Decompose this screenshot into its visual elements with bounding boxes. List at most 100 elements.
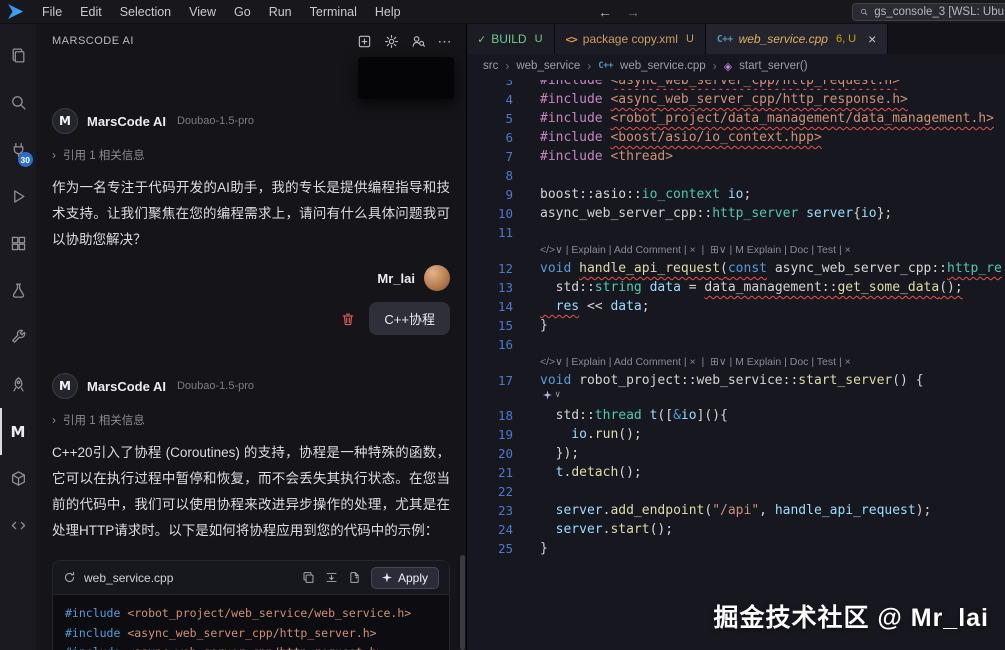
insert-at-cursor-icon[interactable] [325,571,338,584]
code-line[interactable]: 23 server.add_endpoint("/api", handle_ap… [467,501,1005,520]
menu-edit[interactable]: Edit [71,2,111,22]
breadcrumb-item[interactable]: web_service.cpp [620,60,706,72]
code-line[interactable]: 21 t.detach(); [467,463,1005,482]
new-file-icon[interactable] [348,571,361,584]
code-lines: 3#include <async_web_server_cpp/http_req… [467,78,1005,558]
marscode-icon: M [11,423,26,441]
delete-message-icon[interactable] [341,312,355,326]
assistant-avatar: M [52,108,78,134]
code-line[interactable]: 15} [467,316,1005,335]
search-icon[interactable] [0,79,36,126]
line-number: 4 [467,90,513,109]
gear-icon[interactable] [384,34,399,49]
code-line[interactable]: 14 res << data; [467,297,1005,316]
code-text: }); [540,444,579,463]
search-text: gs_console_3 [WSL: Ubu [874,6,1004,18]
assistant-name: MarsCode AI [87,379,166,394]
menu-help[interactable]: Help [366,2,410,22]
code-line[interactable]: 20 }); [467,444,1005,463]
tab-modified-indicator: 6, U [836,33,856,45]
tab-package-copy-xml[interactable]: <>package copy.xmlU [555,24,706,54]
code-line[interactable]: 13 std::string data = data_management::g… [467,278,1005,297]
activity-badge: 30 [18,152,33,167]
code-text: } [540,316,548,335]
code-line[interactable]: 12void handle_api_request(const async_we… [467,259,1005,278]
user-message-header: Mr_lai [52,265,450,291]
code-line[interactable]: 4#include <async_web_server_cpp/http_res… [467,90,1005,109]
reference-toggle[interactable]: › 引用 1 相关信息 [52,147,450,163]
code-line[interactable]: 25} [467,539,1005,558]
code-line[interactable]: 22 [467,482,1005,501]
code-line[interactable]: 17void robot_project::web_service::start… [467,371,1005,390]
code-text: std::string data = data_management::get_… [540,278,963,297]
sidebar-scrollbar[interactable] [460,555,465,650]
line-number: 3 [467,80,513,81]
remote-explorer-icon[interactable]: 30 [0,126,36,173]
assistant-message-1: 作为一名专注于代码开发的AI助手，我的专长是提供编程指导和技术支持。让我们聚焦在… [52,175,450,253]
menu-file[interactable]: File [33,2,71,22]
tab-build[interactable]: ✓BUILDU [467,24,555,54]
marscode-icon[interactable]: M [0,408,36,455]
menu-selection[interactable]: Selection [111,2,180,22]
assistant-avatar: M [52,373,78,399]
codelens-row[interactable]: </>∨ | Explain | Add Comment | × | ⊞∨ | … [540,242,1005,259]
tools-icon[interactable] [0,314,36,361]
assistant-model: Doubao-1.5-pro [177,115,254,127]
chat-code-line: #include <async_web_server_cpp/http_serv… [65,624,437,644]
tab-web_service-cpp[interactable]: C++web_service.cpp6, U× [706,24,888,54]
assistant-model: Doubao-1.5-pro [177,380,254,392]
reference-toggle[interactable]: › 引用 1 相关信息 [52,412,450,428]
apply-button[interactable]: Apply [371,567,439,589]
nav-forward-arrow[interactable]: → [626,4,640,20]
nav-back-arrow[interactable]: ← [598,4,612,20]
tab-label: package copy.xml [583,32,678,46]
package-icon[interactable] [0,455,36,502]
more-actions-icon[interactable]: ⋯ [438,36,453,46]
code-text: #include <robot_project/data_management/… [540,109,994,128]
code-line[interactable]: 19 io.run(); [467,425,1005,444]
code-text: } [540,539,548,558]
menu-go[interactable]: Go [225,2,260,22]
chevron-right-icon: › [52,148,56,162]
line-number: 7 [467,147,513,166]
line-number: 22 [467,482,513,501]
watermark: 掘金技术社区 @ Mr_lai [713,598,989,634]
code-line[interactable]: 6#include <boost/asio/io_context.hpp> [467,128,1005,147]
code-line[interactable]: 16 [467,335,1005,354]
new-chat-icon[interactable] [357,34,372,49]
extensions-icon[interactable] [0,220,36,267]
assistant-message-header: M MarsCode AI Doubao-1.5-pro [52,108,450,134]
command-center-search[interactable]: gs_console_3 [WSL: Ubu [852,3,1005,21]
rocket-icon[interactable] [0,361,36,408]
breadcrumb-item[interactable]: start_server() [739,60,807,72]
breadcrumb-item[interactable]: web_service [516,60,580,72]
code-line[interactable]: 8 [467,166,1005,185]
chat-panel: M MarsCode AI Doubao-1.5-pro › 引用 1 相关信息… [36,58,466,650]
run-debug-icon[interactable] [0,173,36,220]
code-line[interactable]: 3#include <async_web_server_cpp/http_req… [467,80,1005,90]
chat-code-line: #include <robot_project/web_service/web_… [65,604,437,624]
code-line[interactable]: 10async_web_server_cpp::http_server serv… [467,204,1005,223]
menu-view[interactable]: View [180,2,225,22]
code-line[interactable]: 24 server.start(); [467,520,1005,539]
copy-icon[interactable] [302,571,315,584]
code-line[interactable]: 9boost::asio::io_context io; [467,185,1005,204]
testing-icon[interactable] [0,267,36,314]
code-line[interactable]: 11 [467,223,1005,242]
user-search-icon[interactable] [411,34,426,49]
code-icon[interactable] [0,502,36,549]
menu-run[interactable]: Run [260,2,301,22]
regenerate-icon [63,571,76,584]
editor-group: ✓BUILDU<>package copy.xmlUC++web_service… [467,24,1005,650]
close-icon[interactable]: × [868,31,876,47]
code-line[interactable]: 5#include <robot_project/data_management… [467,109,1005,128]
user-message-bubble: C++协程 [369,302,450,335]
nav-arrows: ← → [598,0,640,24]
marscode-inline-action-icon[interactable]: ∨ [543,390,560,400]
breadcrumb-item[interactable]: src [483,60,498,72]
explorer-icon[interactable] [0,32,36,79]
code-line[interactable]: 7#include <thread> [467,147,1005,166]
codelens-row[interactable]: </>∨ | Explain | Add Comment | × | ⊞∨ | … [540,354,1005,371]
menu-terminal[interactable]: Terminal [301,2,366,22]
code-line[interactable]: 18 std::thread t([&io](){ [467,406,1005,425]
